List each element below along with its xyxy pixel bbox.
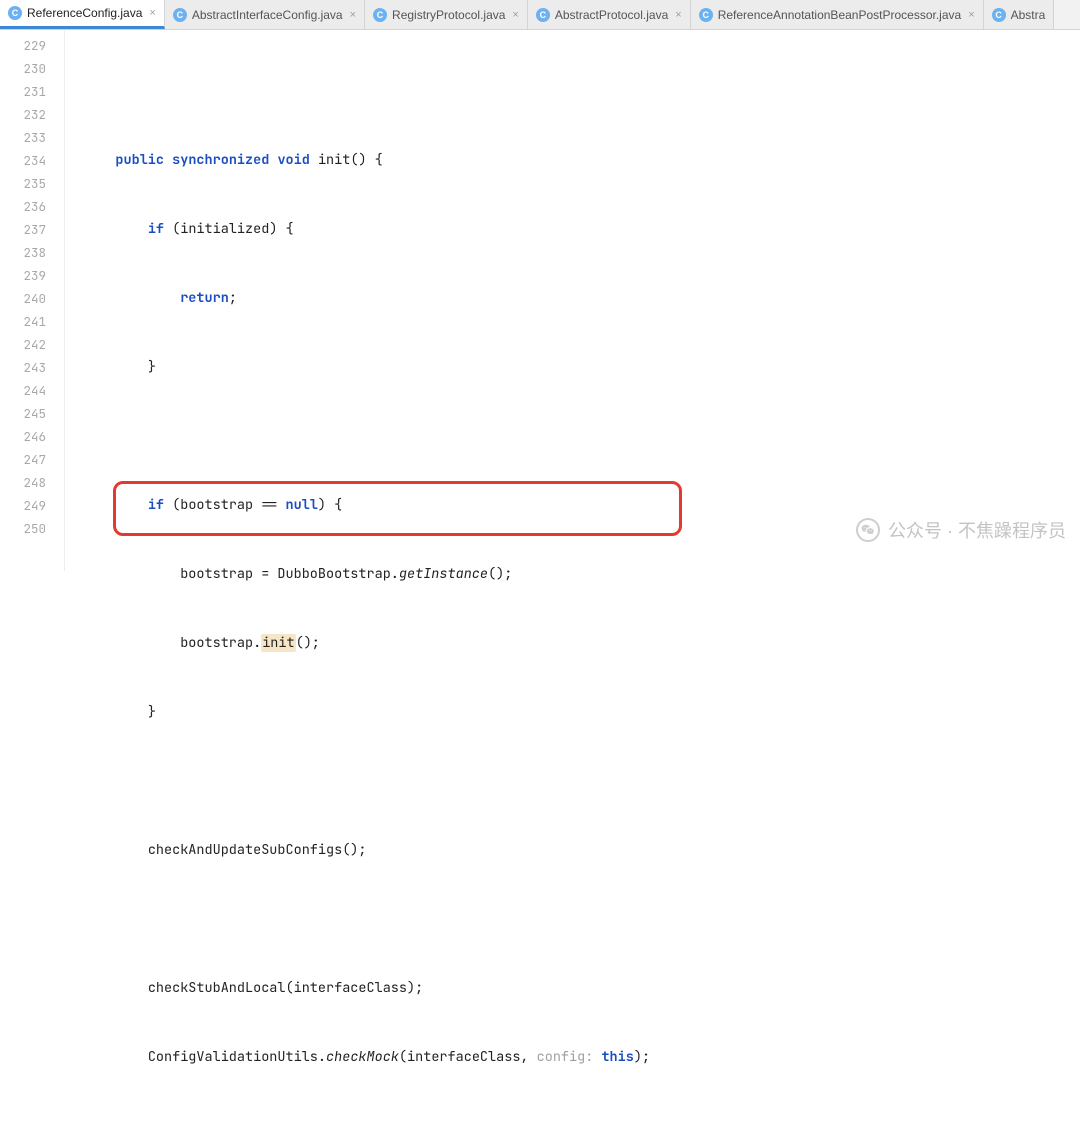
tab-reference-config[interactable]: C ReferenceConfig.java × [0, 0, 165, 29]
code-content[interactable]: public synchronized void init() { if (in… [65, 30, 1080, 571]
java-class-icon: C [373, 8, 387, 22]
line-number: 247 [0, 448, 46, 471]
tab-label: AbstractInterfaceConfig.java [192, 8, 343, 22]
tab-label: Abstra [1011, 8, 1046, 22]
line-number: 230 [0, 57, 46, 80]
line-number-gutter: 2292302312322332342352362372382392402412… [0, 30, 65, 571]
java-class-icon: C [992, 8, 1006, 22]
line-number: 243 [0, 356, 46, 379]
tab-abstract-protocol[interactable]: C AbstractProtocol.java × [528, 0, 691, 29]
line-number: 232 [0, 103, 46, 126]
close-icon[interactable]: × [510, 9, 518, 21]
line-number: 246 [0, 425, 46, 448]
line-number: 236 [0, 195, 46, 218]
editor-area: 2292302312322332342352362372382392402412… [0, 30, 1080, 571]
java-class-icon: C [173, 8, 187, 22]
tab-label: ReferenceConfig.java [27, 6, 142, 20]
java-class-icon: C [536, 8, 550, 22]
close-icon[interactable]: × [966, 9, 974, 21]
line-number: 248 [0, 471, 46, 494]
line-number: 244 [0, 379, 46, 402]
line-number: 234 [0, 149, 46, 172]
line-number: 239 [0, 264, 46, 287]
line-number: 241 [0, 310, 46, 333]
line-number: 250 [0, 517, 46, 540]
tab-reference-annotation-bpp[interactable]: C ReferenceAnnotationBeanPostProcessor.j… [691, 0, 984, 29]
tab-label: RegistryProtocol.java [392, 8, 505, 22]
tab-truncated[interactable]: C Abstra [984, 0, 1055, 29]
line-number: 240 [0, 287, 46, 310]
line-number: 229 [0, 34, 46, 57]
tab-label: AbstractProtocol.java [555, 8, 668, 22]
close-icon[interactable]: × [348, 9, 356, 21]
editor-tabs: C ReferenceConfig.java × C AbstractInter… [0, 0, 1080, 30]
tab-label: ReferenceAnnotationBeanPostProcessor.jav… [718, 8, 962, 22]
line-number: 235 [0, 172, 46, 195]
java-class-icon: C [8, 6, 22, 20]
line-number: 231 [0, 80, 46, 103]
line-number: 249 [0, 494, 46, 517]
close-icon[interactable]: × [673, 9, 681, 21]
line-number: 245 [0, 402, 46, 425]
line-number: 238 [0, 241, 46, 264]
line-number: 237 [0, 218, 46, 241]
tab-abstract-interface-config[interactable]: C AbstractInterfaceConfig.java × [165, 0, 365, 29]
java-class-icon: C [699, 8, 713, 22]
line-number: 233 [0, 126, 46, 149]
close-icon[interactable]: × [147, 7, 155, 19]
tab-registry-protocol[interactable]: C RegistryProtocol.java × [365, 0, 528, 29]
line-number: 242 [0, 333, 46, 356]
